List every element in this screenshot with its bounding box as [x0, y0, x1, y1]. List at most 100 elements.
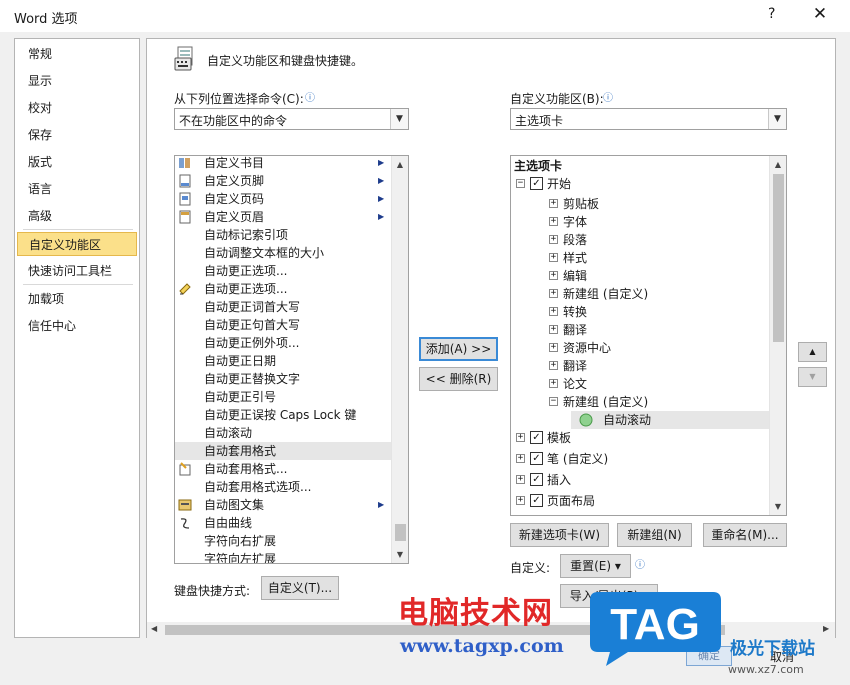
expand-icon[interactable]: + — [549, 217, 558, 226]
expand-icon[interactable]: + — [516, 433, 525, 442]
list-item[interactable]: 自动更正选项... — [175, 280, 391, 298]
list-item[interactable]: 自动更正选项... — [175, 262, 391, 280]
tree-tab[interactable]: 页面布局 — [547, 492, 595, 509]
collapse-icon[interactable]: − — [549, 397, 558, 406]
checkbox-checked[interactable]: ✓ — [530, 473, 543, 486]
nav-item-quick-access[interactable]: 快速访问工具栏 — [17, 259, 137, 283]
list-item[interactable]: 字符向右扩展 — [175, 532, 391, 550]
chevron-down-icon[interactable]: ▼ — [768, 109, 786, 129]
nav-item-general[interactable]: 常规 — [17, 42, 137, 66]
scroll-up-icon[interactable]: ▲ — [392, 156, 408, 173]
expand-icon[interactable]: + — [549, 307, 558, 316]
nav-item-trust-center[interactable]: 信任中心 — [17, 314, 137, 338]
expand-icon[interactable]: + — [549, 379, 558, 388]
list-item[interactable]: 自动图文集 ▶ — [175, 496, 391, 514]
list-item[interactable]: 自定义页码 ▶ — [175, 190, 391, 208]
expand-icon[interactable]: + — [549, 325, 558, 334]
new-group-button[interactable]: 新建组(N) — [617, 523, 692, 547]
expand-icon[interactable]: + — [549, 361, 558, 370]
scroll-down-icon[interactable]: ▼ — [392, 546, 408, 563]
expand-icon[interactable]: + — [549, 343, 558, 352]
list-item[interactable]: 自动更正例外项... — [175, 334, 391, 352]
collapse-icon[interactable]: − — [516, 179, 525, 188]
ribbon-tabs-combo[interactable]: 主选项卡 ▼ — [510, 108, 787, 130]
list-item[interactable]: 自动套用格式选项... — [175, 478, 391, 496]
checkbox-checked[interactable]: ✓ — [530, 177, 543, 190]
list-item[interactable]: 自定义书目 ▶ — [175, 156, 391, 172]
remove-button[interactable]: << 删除(R) — [419, 367, 498, 391]
scroll-thumb[interactable] — [395, 524, 406, 541]
expand-icon[interactable]: + — [516, 454, 525, 463]
checkbox-checked[interactable]: ✓ — [530, 494, 543, 507]
list-item[interactable]: 自动更正误按 Caps Lock 键 — [175, 406, 391, 424]
tree-tab-home[interactable]: 开始 — [547, 175, 571, 192]
tree-tab[interactable]: 插入 — [547, 471, 571, 488]
ribbon-tree-scrollbar[interactable]: ▲ ▼ — [769, 156, 786, 515]
list-item[interactable]: 字符向左扩展 — [175, 550, 391, 563]
list-item[interactable]: 自定义页脚 ▶ — [175, 172, 391, 190]
list-item[interactable]: 自动标记索引项 — [175, 226, 391, 244]
nav-item-save[interactable]: 保存 — [17, 123, 137, 147]
commands-list[interactable]: 自定义书目 ▶ 自定义页脚 ▶ 自定义页码 ▶ 自定义页眉 ▶ 自动标记索引项 自动调整… — [174, 155, 409, 564]
nav-item-language[interactable]: 语言 — [17, 177, 137, 201]
list-item[interactable]: 自定义页眉 ▶ — [175, 208, 391, 226]
help-button[interactable]: ? — [768, 6, 775, 22]
tree-leaf-selected[interactable]: 自动滚动 — [571, 411, 769, 429]
tree-group-custom[interactable]: 新建组 (自定义) — [563, 393, 648, 410]
list-item[interactable]: 自动滚动 — [175, 424, 391, 442]
tree-group[interactable]: 翻译 — [563, 357, 587, 374]
nav-item-proofing[interactable]: 校对 — [17, 96, 137, 120]
commands-source-combo[interactable]: 不在功能区中的命令 ▼ — [174, 108, 409, 130]
list-item[interactable]: 自动套用格式... — [175, 460, 391, 478]
scroll-right-icon[interactable]: ▶ — [823, 624, 829, 633]
checkbox-checked[interactable]: ✓ — [530, 431, 543, 444]
tree-group[interactable]: 样式 — [563, 249, 587, 266]
tree-tab[interactable]: 模板 — [547, 429, 571, 446]
tree-group[interactable]: 剪贴板 — [563, 195, 599, 212]
tree-group[interactable]: 翻译 — [563, 321, 587, 338]
scroll-down-icon[interactable]: ▼ — [770, 498, 786, 515]
add-button[interactable]: 添加(A) >> — [419, 337, 498, 361]
tree-group[interactable]: 段落 — [563, 231, 587, 248]
chevron-down-icon[interactable]: ▼ — [390, 109, 408, 129]
list-item[interactable]: 自动更正日期 — [175, 352, 391, 370]
checkbox-checked[interactable]: ✓ — [530, 452, 543, 465]
list-item[interactable]: 自动更正引号 — [175, 388, 391, 406]
scroll-left-icon[interactable]: ◀ — [151, 624, 157, 633]
nav-item-layout[interactable]: 版式 — [17, 150, 137, 174]
list-item[interactable]: 自动调整文本框的大小 — [175, 244, 391, 262]
expand-icon[interactable]: + — [549, 235, 558, 244]
tree-group[interactable]: 论文 — [563, 375, 587, 392]
rename-button[interactable]: 重命名(M)... — [703, 523, 787, 547]
expand-icon[interactable]: + — [549, 289, 558, 298]
nav-item-display[interactable]: 显示 — [17, 69, 137, 93]
move-up-button[interactable]: ▲ — [798, 342, 827, 362]
list-item[interactable]: 自动更正替换文字 — [175, 370, 391, 388]
tree-group[interactable]: 资源中心 — [563, 339, 611, 356]
tree-group[interactable]: 编辑 — [563, 267, 587, 284]
reset-button[interactable]: 重置(E) ▾ — [560, 554, 631, 578]
list-item[interactable]: 自由曲线 — [175, 514, 391, 532]
ribbon-tree[interactable]: 主选项卡 − ✓ 开始 + 剪贴板 + 字体 + 段落 + 样式 + 编辑 + … — [510, 155, 787, 516]
tree-group[interactable]: 新建组 (自定义) — [563, 285, 648, 302]
list-item-selected[interactable]: 自动套用格式 — [175, 442, 391, 460]
tree-tab[interactable]: 笔 (自定义) — [547, 450, 608, 467]
nav-item-addins[interactable]: 加载项 — [17, 287, 137, 311]
list-item[interactable]: 自动更正句首大写 — [175, 316, 391, 334]
expand-icon[interactable]: + — [549, 253, 558, 262]
expand-icon[interactable]: + — [516, 496, 525, 505]
tree-group[interactable]: 字体 — [563, 213, 587, 230]
expand-icon[interactable]: + — [516, 475, 525, 484]
tree-group[interactable]: 转换 — [563, 303, 587, 320]
close-icon[interactable]: ✕ — [808, 4, 832, 28]
nav-item-customize-ribbon[interactable]: 自定义功能区 — [17, 232, 137, 256]
keyboard-customize-button[interactable]: 自定义(T)... — [261, 576, 339, 600]
list-item[interactable]: 自动更正词首大写 — [175, 298, 391, 316]
expand-icon[interactable]: + — [549, 271, 558, 280]
expand-icon[interactable]: + — [549, 199, 558, 208]
scroll-thumb[interactable] — [773, 174, 784, 342]
commands-list-scrollbar[interactable]: ▲ ▼ — [391, 156, 408, 563]
nav-item-advanced[interactable]: 高级 — [17, 204, 137, 228]
new-tab-button[interactable]: 新建选项卡(W) — [510, 523, 609, 547]
scroll-up-icon[interactable]: ▲ — [770, 156, 786, 173]
